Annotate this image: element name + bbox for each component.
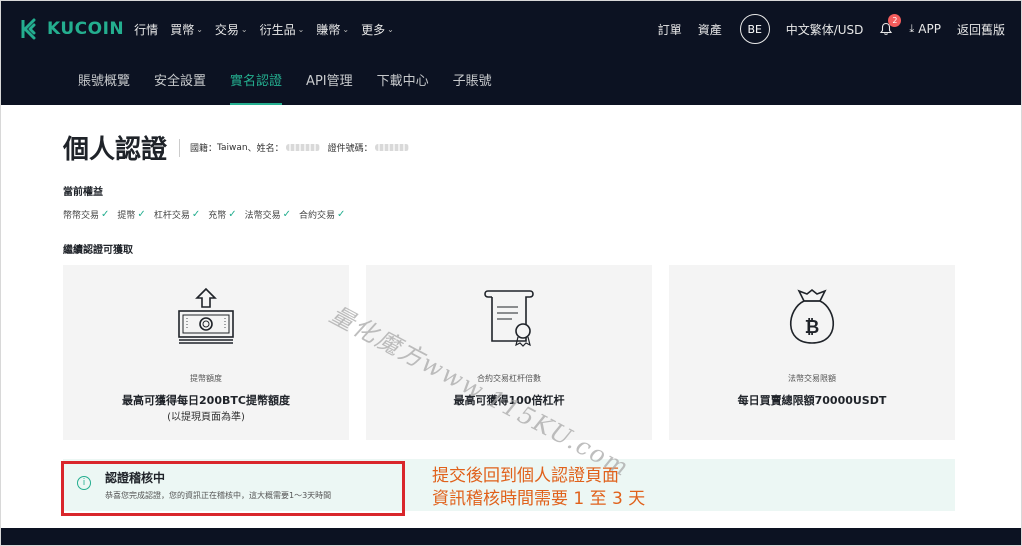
chevron-down-icon: ⌄ xyxy=(387,24,394,34)
footer xyxy=(1,528,1021,545)
highlight-box xyxy=(61,461,405,516)
page-title: 個人認證 xyxy=(63,135,168,165)
page: KUCOIN 行情 買幣 ⌄ 交易 ⌄ 衍生品 ⌄ 賺幣 ⌄ 更多 ⌄ 訂單 資產 BE … xyxy=(0,0,1022,546)
download-icon: ⤓ xyxy=(909,22,915,35)
nav-market[interactable]: 行情 xyxy=(134,21,158,38)
tab-api[interactable]: API管理 xyxy=(306,57,353,105)
benefit-caption: 法幣交易限額 xyxy=(788,374,836,383)
nav-earn[interactable]: 賺幣 ⌄ xyxy=(316,21,349,38)
chevron-down-icon: ⌄ xyxy=(196,24,203,34)
check-icon: ✓ xyxy=(191,209,201,220)
main-menu: 行情 買幣 ⌄ 交易 ⌄ 衍生品 ⌄ 賺幣 ⌄ 更多 ⌄ xyxy=(134,21,406,38)
right-item: 合約交易 ✓ xyxy=(299,208,345,221)
locale-currency-selector[interactable]: 中文繁体/USD xyxy=(786,21,864,38)
right-item: 充幣 ✓ xyxy=(208,208,236,221)
right-item: 法幣交易 ✓ xyxy=(245,208,291,221)
notifications-button[interactable]: 2 xyxy=(879,14,902,36)
nav-label: 賺幣 xyxy=(316,22,341,37)
tab-sub-accounts[interactable]: 子賬號 xyxy=(453,57,492,105)
chevron-down-icon: ⌄ xyxy=(297,24,305,34)
app-download-link[interactable]: ⤓ APP xyxy=(909,22,941,36)
orders-link[interactable]: 訂單 xyxy=(658,21,682,38)
tab-download-center[interactable]: 下載中心 xyxy=(377,57,429,105)
nationality-value: Taiwan xyxy=(217,142,248,153)
right-label: 合約交易 xyxy=(299,211,336,221)
benefit-caption: 合約交易杠杆倍數 xyxy=(477,374,541,383)
kucoin-logo-icon xyxy=(21,18,36,40)
identity-meta: 國籍： Taiwan 、姓名： 證件號碼： xyxy=(190,141,417,154)
check-icon: ✓ xyxy=(101,209,110,220)
benefit-card-withdraw: 提幣額度 最高可獲得每日200BTC提幣額度 (以提現頁面為準) xyxy=(63,265,349,440)
tab-kyc[interactable]: 實名認證 xyxy=(230,57,283,105)
top-navigation: KUCOIN 行情 買幣 ⌄ 交易 ⌄ 衍生品 ⌄ 賺幣 ⌄ 更多 ⌄ 訂單 資產 BE … xyxy=(1,1,1021,57)
nav-label: 更多 xyxy=(361,22,386,37)
svg-text:₿: ₿ xyxy=(805,317,820,338)
redacted-name xyxy=(285,144,320,151)
avatar[interactable]: BE xyxy=(739,14,770,44)
old-version-link[interactable]: 返回舊版 xyxy=(957,21,1005,38)
right-label: 杠杆交易 xyxy=(153,211,190,221)
nav-label: 衍生品 xyxy=(259,22,296,37)
assets-link[interactable]: 資產 xyxy=(698,21,722,38)
check-icon: ✓ xyxy=(282,209,292,220)
right-item: 幣幣交易 ✓ xyxy=(63,208,109,221)
benefit-value: 最高可獲得每日200BTC提幣額度 xyxy=(122,394,290,407)
nav-label: 交易 xyxy=(214,22,239,37)
chevron-down-icon: ⌄ xyxy=(240,24,248,34)
tab-security[interactable]: 安全設置 xyxy=(154,57,206,105)
more-rights-label: 繼續認證可獲取 xyxy=(63,245,133,256)
benefit-note: (以提現頁面為準) xyxy=(167,412,245,423)
benefit-caption: 提幣額度 xyxy=(190,374,222,383)
right-label: 充幣 xyxy=(208,211,227,221)
current-rights-list: 幣幣交易 ✓ 提幣 ✓ 杠杆交易 ✓ 充幣 ✓ 法幣交易 ✓ 合約交易 ✓ xyxy=(63,208,353,221)
brand-name: KUCOIN xyxy=(47,19,125,39)
right-label: 法幣交易 xyxy=(244,211,281,221)
user-menu: 訂單 資產 BE 中文繁体/USD 2 ⤓ APP 返回舊版 xyxy=(642,1,1005,57)
check-icon: ✓ xyxy=(228,209,237,220)
right-label: 幣幣交易 xyxy=(63,211,100,221)
title-row: 個人認證 國籍： Taiwan 、姓名： 證件號碼： xyxy=(63,129,417,166)
name-label: 、姓名： xyxy=(247,144,284,154)
current-rights-label: 當前權益 xyxy=(63,187,103,198)
redacted-id-number xyxy=(374,144,409,151)
nationality-label: 國籍： xyxy=(190,144,218,154)
bitcoin-bag-icon: ₿ xyxy=(789,288,835,344)
nav-label: 買幣 xyxy=(170,22,195,37)
certificate-icon xyxy=(484,290,534,347)
account-tabs: 賬號概覽 安全設置 實名認證 API管理 下載中心 子賬號 xyxy=(1,57,1021,105)
header: KUCOIN 行情 買幣 ⌄ 交易 ⌄ 衍生品 ⌄ 賺幣 ⌄ 更多 ⌄ 訂單 資產 BE … xyxy=(1,1,1021,105)
annotation-line: 資訊稽核時間需要 1 至 3 天 xyxy=(432,489,646,509)
app-label: APP xyxy=(918,22,941,36)
right-item: 杠杆交易 ✓ xyxy=(154,208,200,221)
bell-icon: 2 xyxy=(879,14,902,36)
nav-trade[interactable]: 交易 ⌄ xyxy=(215,21,248,38)
kucoin-logo[interactable]: KUCOIN xyxy=(19,18,124,40)
money-withdraw-icon xyxy=(178,287,234,344)
chevron-down-icon: ⌄ xyxy=(342,24,350,34)
nav-label: 行情 xyxy=(134,22,159,37)
main-content: 個人認證 國籍： Taiwan 、姓名： 證件號碼： 當前權益 幣幣交易 ✓ 提幣… xyxy=(1,105,1021,545)
right-label: 提幣 xyxy=(117,211,136,221)
check-icon: ✓ xyxy=(337,209,346,220)
benefit-value: 每日買賣總限額70000USDT xyxy=(737,394,887,407)
notification-badge: 2 xyxy=(888,14,902,27)
benefit-card-fiat-limit: ₿ 法幣交易限額 每日買賣總限額70000USDT xyxy=(669,265,955,440)
divider xyxy=(179,138,181,157)
nav-more[interactable]: 更多 ⌄ xyxy=(361,21,394,38)
right-item: 提幣 ✓ xyxy=(117,208,145,221)
check-icon: ✓ xyxy=(137,209,146,220)
nav-buy-crypto[interactable]: 買幣 ⌄ xyxy=(170,21,203,38)
nav-derivatives[interactable]: 衍生品 ⌄ xyxy=(260,21,305,38)
tab-account-overview[interactable]: 賬號概覽 xyxy=(78,57,130,105)
id-number-label: 證件號碼： xyxy=(327,144,373,154)
